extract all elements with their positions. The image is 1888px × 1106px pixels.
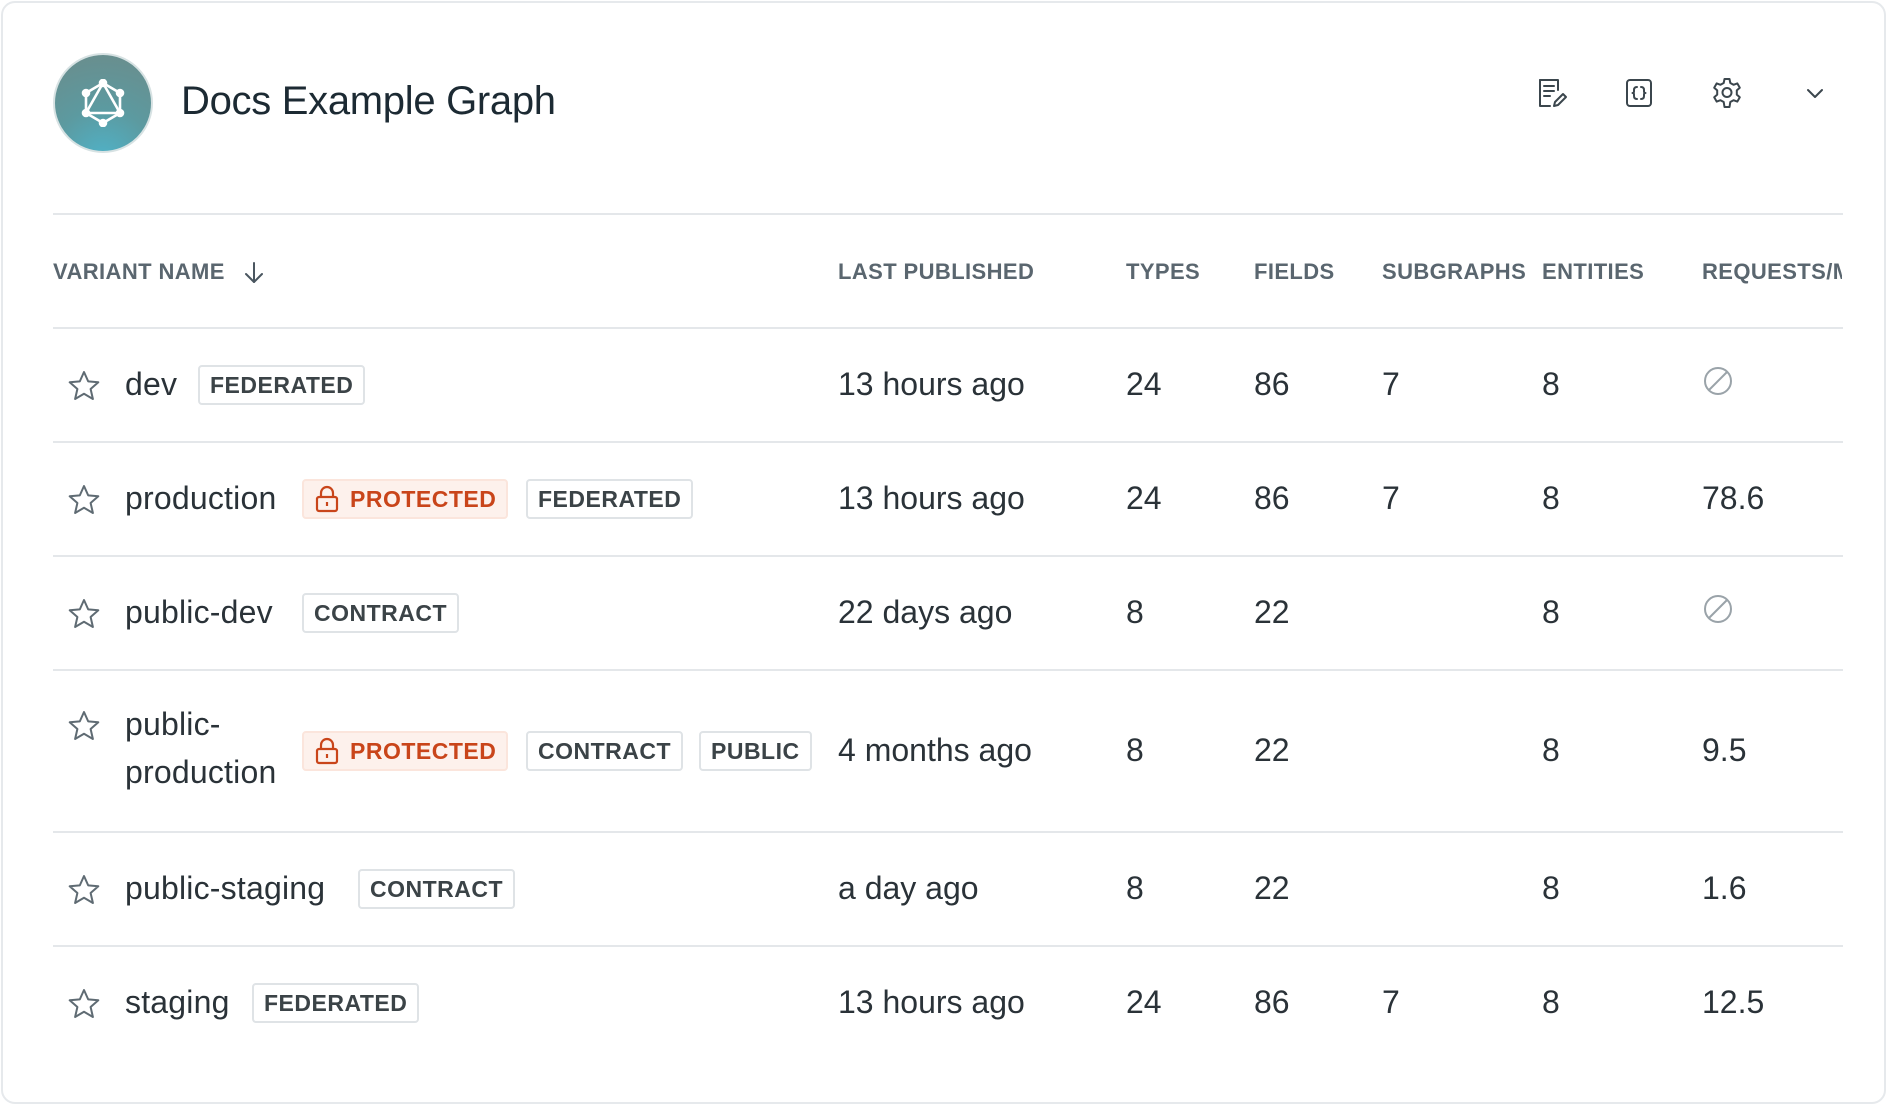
readme-edit-icon [1539,79,1567,107]
schema-button[interactable] [1611,65,1667,121]
table-row[interactable]: production PROTECTED FEDERATED 13 hours … [53,443,1843,557]
column-header-entities[interactable]: ENTITIES [1542,259,1644,285]
schema-icon [1626,79,1652,107]
graphql-logo-icon [81,79,125,127]
last-published-value: 22 days ago [838,594,1013,630]
graph-title: Docs Example Graph [181,79,556,123]
graph-header: Docs Example Graph [53,53,1843,153]
fields-value: 22 [1254,732,1290,768]
requests-value: 12.5 [1702,984,1765,1020]
variant-name[interactable]: staging [125,984,230,1021]
subgraphs-value: 7 [1382,480,1400,516]
variant-name[interactable]: production [125,480,276,517]
entities-value: 8 [1542,480,1560,516]
protected-badge: PROTECTED [302,731,509,771]
header-divider [53,213,1843,215]
protected-badge: PROTECTED [302,479,509,519]
fields-value: 22 [1254,594,1290,630]
column-header-last-published[interactable]: LAST PUBLISHED [838,259,1034,285]
graph-avatar[interactable] [53,53,153,153]
fields-value: 86 [1254,366,1290,402]
variant-name[interactable]: public-dev [125,594,273,631]
entities-value: 8 [1542,732,1560,768]
table-row[interactable]: public-staging CONTRACT a day ago 8 22 8… [53,833,1843,947]
star-icon[interactable] [67,709,101,743]
column-header-label: VARIANT NAME [53,259,225,284]
readme-button[interactable] [1523,65,1579,121]
entities-value: 8 [1542,984,1560,1020]
protected-label: PROTECTED [350,485,497,512]
star-icon[interactable] [67,597,101,631]
graph-card: Docs Example Graph VARIANT NAME LAST PUB… [1,1,1886,1104]
entities-value: 8 [1542,870,1560,906]
last-published-value: a day ago [838,870,979,906]
table-row[interactable]: staging FEDERATED 13 hours ago 24 86 7 8… [53,947,1843,1061]
entities-value: 8 [1542,594,1560,630]
entities-value: 8 [1542,366,1560,402]
table-row[interactable]: public- production PROTECTED CONTRACT PU… [53,671,1843,833]
no-data-icon [1704,367,1732,395]
types-value: 8 [1126,594,1144,630]
types-value: 8 [1126,732,1144,768]
star-icon[interactable] [67,873,101,907]
federated-badge: FEDERATED [252,983,420,1023]
fields-value: 86 [1254,984,1290,1020]
gear-icon [1713,78,1741,108]
chevron-down-icon [1807,89,1823,98]
variant-name[interactable]: public-staging [125,870,325,907]
contract-badge: CONTRACT [302,593,460,633]
federated-badge: FEDERATED [198,365,366,405]
table-row[interactable]: public-dev CONTRACT 22 days ago 8 22 8 [53,557,1843,671]
variant-name-line1[interactable]: public- [125,706,221,743]
star-icon[interactable] [67,369,101,403]
star-icon[interactable] [67,483,101,517]
lock-icon [315,485,339,513]
column-header-requests[interactable]: REQUESTS/MI [1702,259,1842,285]
settings-button[interactable] [1699,65,1755,121]
requests-value: 9.5 [1702,732,1747,768]
variant-name-line2[interactable]: production [125,754,276,791]
types-value: 24 [1126,984,1162,1020]
last-published-value: 13 hours ago [838,480,1025,516]
star-icon[interactable] [67,987,101,1021]
column-header-subgraphs[interactable]: SUBGRAPHS [1382,259,1526,285]
no-data-icon [1704,595,1732,623]
variant-name[interactable]: dev [125,366,177,403]
types-value: 24 [1126,480,1162,516]
protected-label: PROTECTED [350,737,497,764]
last-published-value: 13 hours ago [838,366,1025,402]
subgraphs-value: 7 [1382,984,1400,1020]
fields-value: 86 [1254,480,1290,516]
contract-badge: CONTRACT [358,869,516,909]
column-header-fields[interactable]: FIELDS [1254,259,1335,285]
federated-badge: FEDERATED [526,479,694,519]
last-published-value: 4 months ago [838,732,1032,768]
requests-value: 1.6 [1702,870,1747,906]
contract-badge: CONTRACT [526,731,684,771]
last-published-value: 13 hours ago [838,984,1025,1020]
sort-arrow-down-icon[interactable] [241,260,267,286]
subgraphs-value: 7 [1382,366,1400,402]
more-menu-button[interactable] [1787,65,1843,121]
column-header-types[interactable]: TYPES [1126,259,1200,285]
table-row[interactable]: dev FEDERATED 13 hours ago 24 86 7 8 [53,329,1843,443]
public-badge: PUBLIC [699,731,812,771]
types-value: 24 [1126,366,1162,402]
lock-icon [315,737,339,765]
types-value: 8 [1126,870,1144,906]
requests-value: 78.6 [1702,480,1765,516]
header-toolbar [1491,65,1843,121]
fields-value: 22 [1254,870,1290,906]
column-header-variant-name[interactable]: VARIANT NAME [53,259,267,286]
